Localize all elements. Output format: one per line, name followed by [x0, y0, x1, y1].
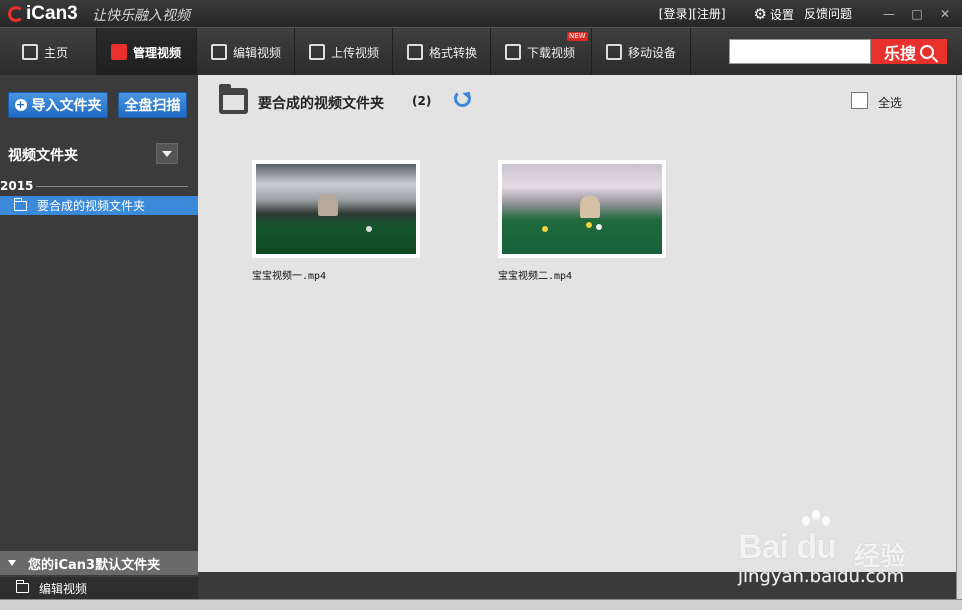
logo-c-icon	[8, 6, 24, 22]
title-bar: iCan3 让快乐融入视频 [登录] [注册] ⚙ 设置 反馈问题 — □ ✕	[0, 0, 962, 27]
year-divider	[36, 186, 188, 187]
default-folder-header[interactable]: 您的iCan3默认文件夹	[0, 551, 198, 575]
feedback-link[interactable]: 反馈问题	[804, 5, 852, 22]
search-input[interactable]	[729, 39, 871, 64]
settings-button[interactable]: ⚙ 设置	[754, 5, 794, 23]
window-edge	[956, 75, 962, 610]
edit-video-icon	[211, 44, 227, 60]
video-thumbnail-image	[256, 164, 416, 254]
nav-home[interactable]: 主页	[0, 28, 97, 76]
sidebar-folder-label: 要合成的视频文件夹	[37, 199, 146, 213]
nav-upload-video[interactable]: 上传视频	[295, 28, 393, 76]
select-all-checkbox[interactable]	[851, 92, 868, 109]
nav-home-label: 主页	[44, 45, 69, 60]
nav-upload-video-label: 上传视频	[331, 45, 380, 60]
video-filename[interactable]: 宝宝视频一.mp4	[252, 267, 326, 282]
folder-icon	[219, 84, 248, 114]
mobile-device-icon	[606, 44, 622, 60]
search-icon	[920, 44, 934, 59]
folder-title: 要合成的视频文件夹	[258, 96, 384, 112]
login-link[interactable]: [登录]	[659, 5, 692, 22]
video-filename[interactable]: 宝宝视频二.mp4	[498, 267, 572, 282]
video-thumbnail-image	[502, 164, 662, 254]
sidebar: + 导入文件夹 全盘扫描 视频文件夹 2015 要合成的视频文件夹 您的iCan…	[0, 75, 198, 599]
gear-icon: ⚙	[753, 4, 767, 23]
nav-edit-video[interactable]: 编辑视频	[197, 28, 295, 76]
upload-icon	[309, 44, 325, 60]
manage-video-icon	[111, 44, 127, 60]
baidu-watermark: Bai du 经验 jingyan.baidu.com	[738, 510, 938, 600]
full-scan-button[interactable]: 全盘扫描	[118, 92, 187, 118]
nav-format-convert-label: 格式转换	[429, 45, 478, 60]
nav-manage-video-label: 管理视频	[133, 45, 182, 60]
default-folder-label: 您的iCan3默认文件夹	[28, 557, 161, 573]
nav-mobile-device[interactable]: 移动设备	[592, 28, 691, 76]
import-folder-button[interactable]: + 导入文件夹	[8, 92, 108, 118]
new-badge: NEW	[567, 32, 588, 41]
search-button[interactable]: 乐搜	[871, 39, 947, 64]
video-thumbnail[interactable]	[252, 160, 420, 258]
app-slogan: 让快乐融入视频	[92, 8, 190, 24]
download-icon	[505, 44, 521, 60]
nav-edit-video-label: 编辑视频	[233, 45, 282, 60]
collapse-triangle-icon	[8, 560, 16, 566]
watermark-url: jingyan.baidu.com	[738, 566, 905, 587]
nav-manage-video[interactable]: 管理视频	[97, 28, 197, 76]
watermark-brand: Bai du	[738, 528, 837, 566]
app-name: iCan3	[26, 3, 78, 24]
default-subfolder-item[interactable]: 编辑视频	[0, 577, 198, 599]
select-all-label: 全选	[878, 96, 903, 110]
convert-icon	[407, 44, 423, 60]
refresh-icon[interactable]	[454, 90, 471, 107]
video-count: (2)	[412, 94, 432, 108]
sidebar-folder-item[interactable]: 要合成的视频文件夹	[0, 196, 198, 215]
nav-mobile-device-label: 移动设备	[628, 45, 677, 60]
nav-format-convert[interactable]: 格式转换	[393, 28, 491, 76]
app-logo: iCan3	[8, 3, 78, 25]
folder-icon	[15, 580, 29, 593]
full-scan-label: 全盘扫描	[124, 98, 181, 114]
register-link[interactable]: [注册]	[692, 5, 725, 22]
nav-download-video-label: 下载视频	[527, 45, 576, 60]
default-subfolder-label: 编辑视频	[39, 581, 88, 596]
import-folder-label: 导入文件夹	[31, 98, 102, 114]
settings-label: 设置	[769, 7, 794, 22]
search-button-label: 乐搜	[883, 43, 916, 63]
minimize-button[interactable]: —	[880, 7, 898, 21]
year-label: 2015	[0, 179, 34, 193]
chevron-down-icon[interactable]	[156, 143, 178, 164]
maximize-button[interactable]: □	[908, 7, 926, 21]
main-panel: 要合成的视频文件夹 (2) 全选 宝宝视频一.mp4 宝宝视频二.mp4	[198, 75, 956, 572]
home-icon	[22, 44, 38, 60]
close-button[interactable]: ✕	[936, 7, 954, 21]
plus-icon: +	[14, 98, 27, 111]
folder-icon	[13, 197, 27, 211]
video-thumbnail[interactable]	[498, 160, 666, 258]
window-footer	[0, 599, 962, 610]
video-folder-title: 视频文件夹	[8, 148, 78, 164]
